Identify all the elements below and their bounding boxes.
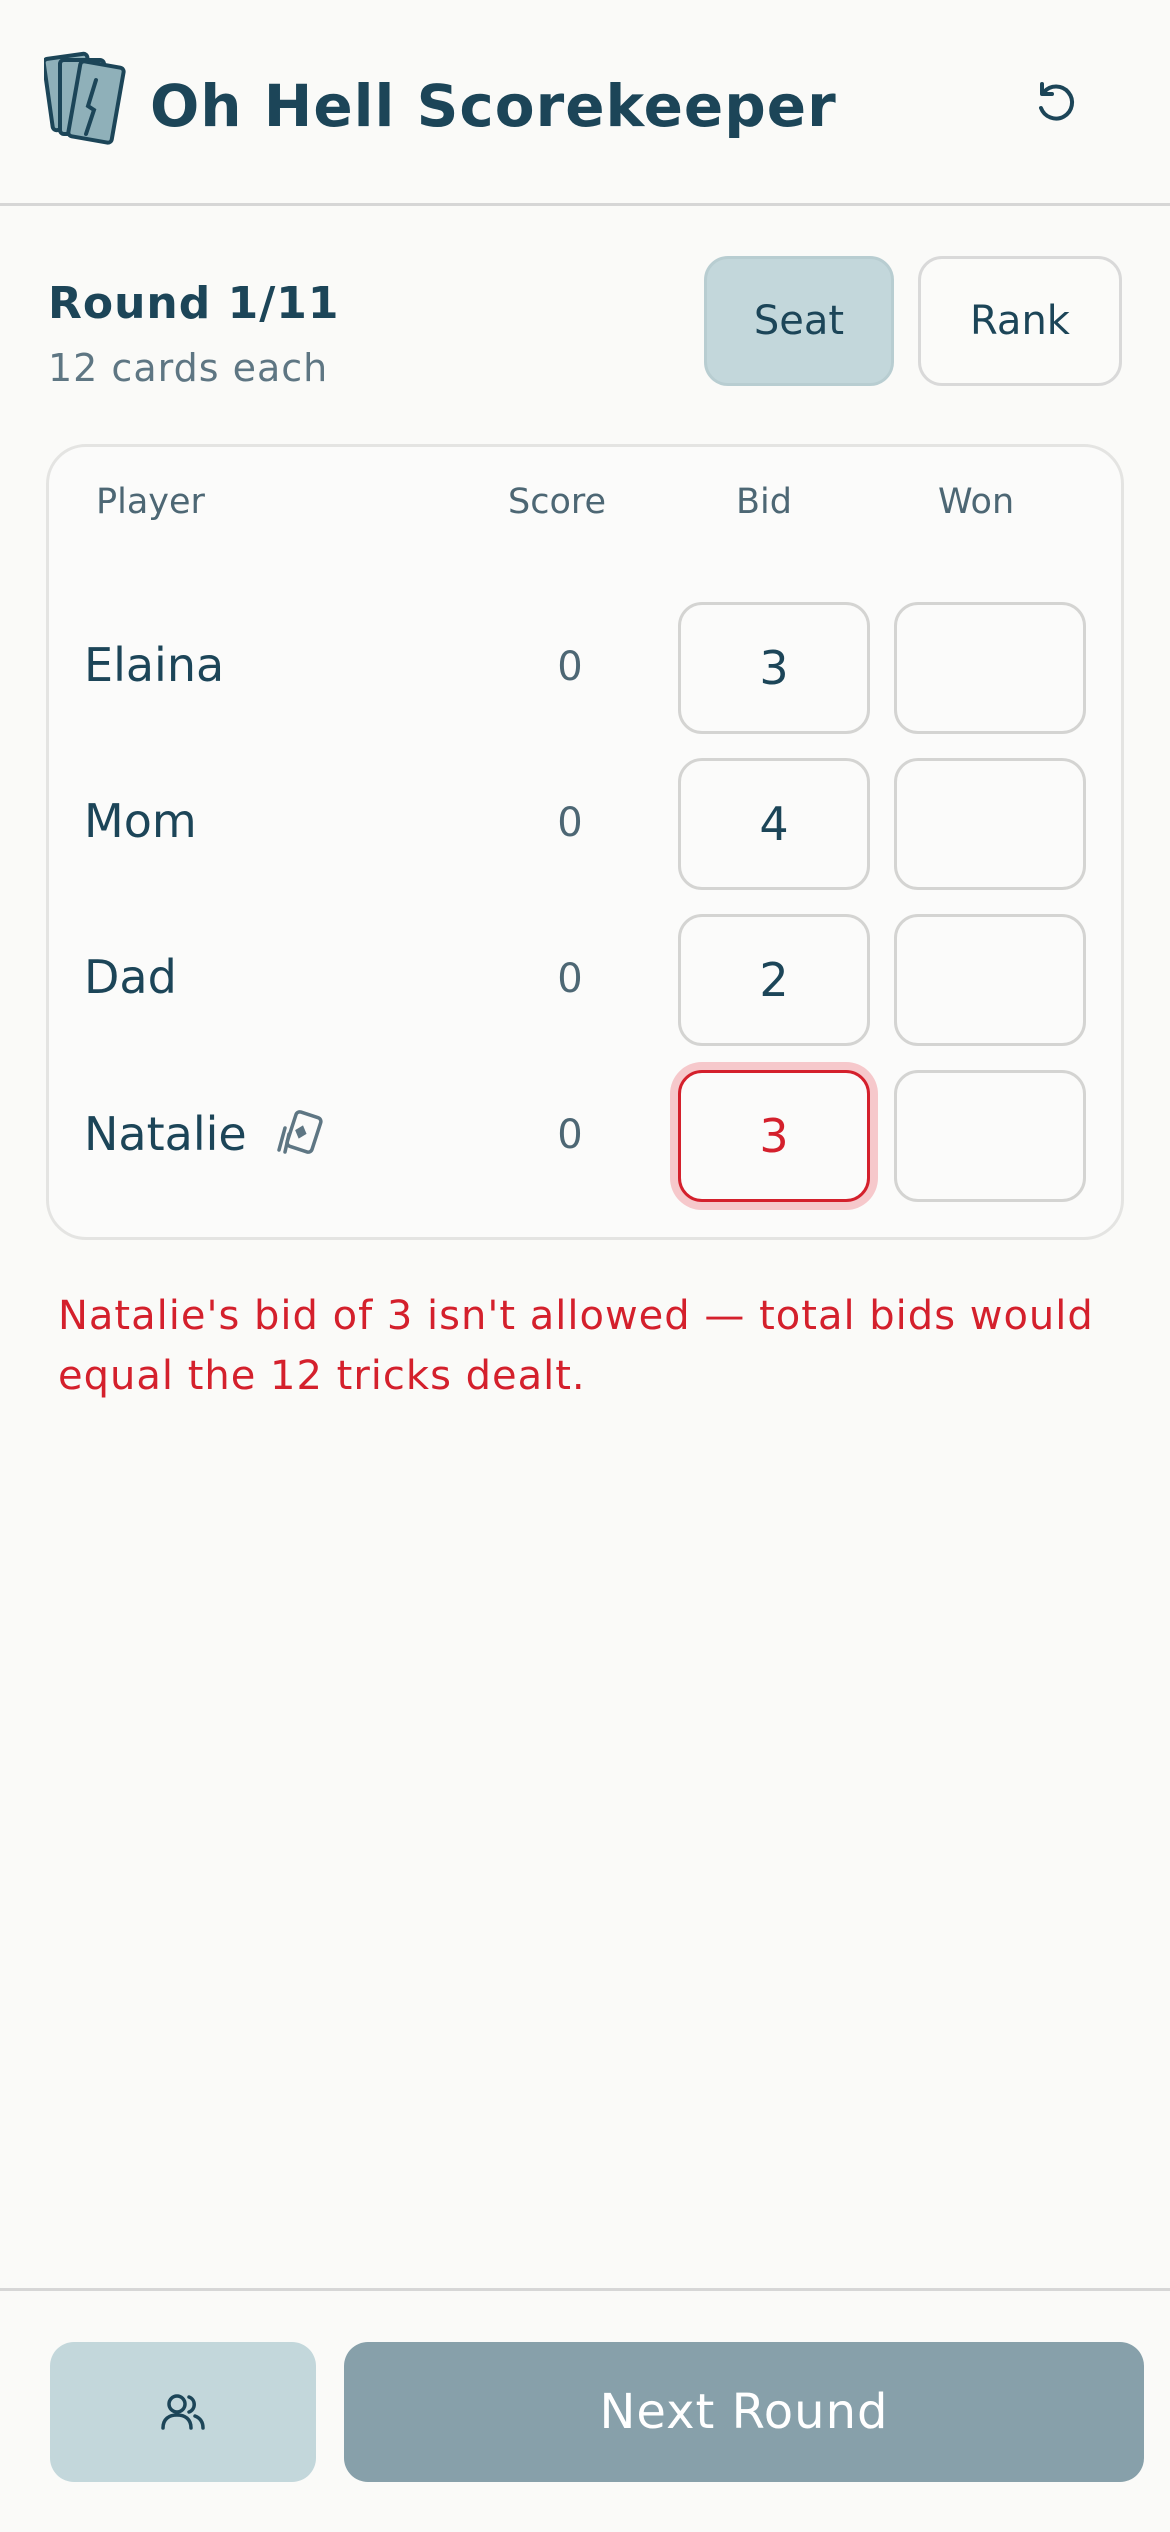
bid-input[interactable]	[678, 914, 870, 1046]
won-input[interactable]	[894, 758, 1086, 890]
players-button[interactable]	[50, 2342, 316, 2482]
won-input[interactable]	[894, 602, 1086, 734]
cards-logo-icon	[44, 51, 126, 145]
column-header-bid: Bid	[736, 482, 792, 522]
app-title: Oh Hell Scorekeeper	[150, 72, 837, 140]
player-score: 0	[557, 1112, 583, 1158]
bid-error-message: Natalie's bid of 3 isn't allowed — total…	[58, 1293, 1094, 1399]
column-header-player: Player	[96, 482, 205, 522]
sort-seat-button[interactable]: Seat	[704, 256, 894, 386]
users-icon	[161, 2394, 205, 2430]
bid-input-invalid[interactable]	[678, 1070, 870, 1202]
column-header-won: Won	[938, 482, 1015, 522]
reset-icon	[1039, 82, 1075, 121]
sort-rank-button[interactable]: Rank	[918, 256, 1122, 386]
next-round-button[interactable]: Next Round	[344, 2342, 1144, 2482]
player-score: 0	[557, 644, 583, 690]
app-header: Oh Hell Scorekeeper	[0, 0, 1170, 206]
player-score: 0	[557, 800, 583, 846]
won-input[interactable]	[894, 1070, 1086, 1202]
bid-input[interactable]	[678, 602, 870, 734]
player-name-dealer: Natalie	[84, 1106, 327, 1162]
player-name: Dad	[84, 950, 177, 1004]
player-name: Natalie	[84, 1107, 247, 1161]
round-title: Round 1/11	[48, 278, 340, 329]
dealer-cards-icon	[276, 1110, 323, 1154]
player-score: 0	[557, 956, 583, 1002]
bid-input[interactable]	[678, 758, 870, 890]
app-root: Oh Hell Scorekeeper Round 1/11 12 cards …	[0, 0, 1170, 2532]
won-input[interactable]	[894, 914, 1086, 1046]
player-name: Elaina	[84, 638, 225, 692]
round-subtitle: 12 cards each	[48, 346, 329, 390]
player-name: Mom	[84, 794, 197, 848]
column-header-score: Score	[508, 482, 607, 522]
reset-button[interactable]	[1020, 68, 1092, 140]
